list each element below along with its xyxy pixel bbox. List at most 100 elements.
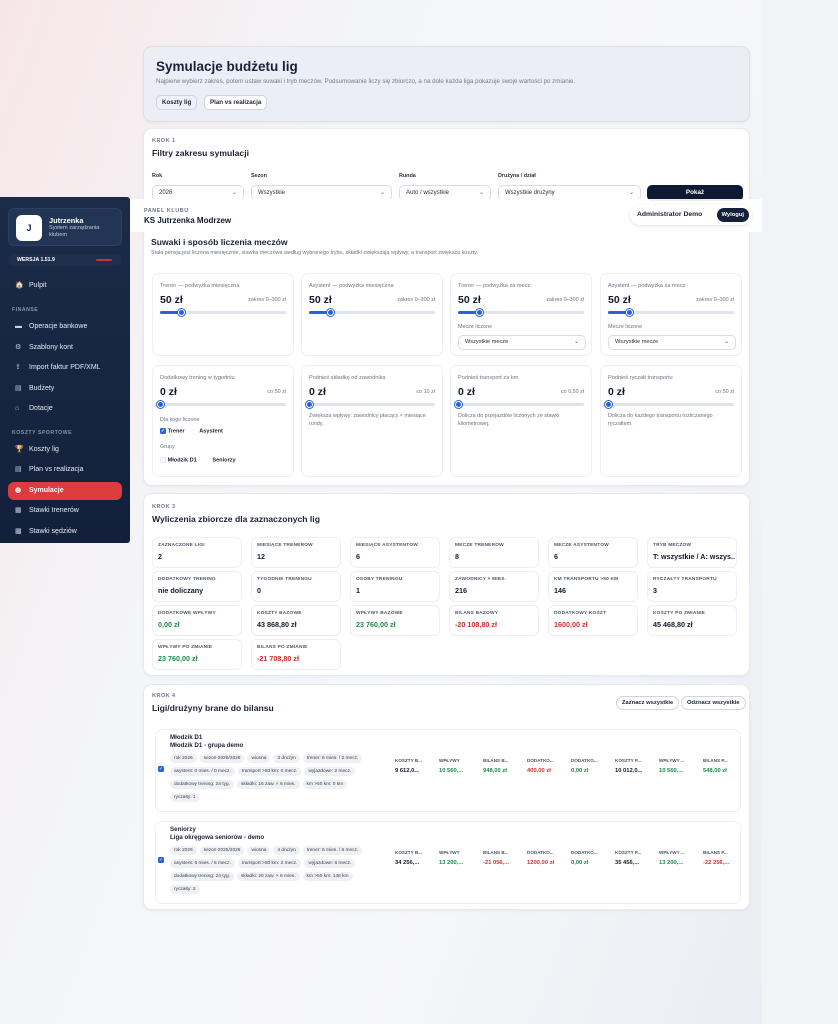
league-checkbox[interactable]: ✓ [158,766,164,772]
league-metric: WPŁYWY 13 200,... [439,850,479,866]
slider-label: Podnieś składkę od zawodnika [309,375,386,381]
step3-title: Wyliczenia zbiorcze dla zaznaczonych lig [152,514,320,524]
metric-label: WPŁYWY BAZOWE [356,611,403,616]
metric-label: KOSZTY BAZOWE [257,611,302,616]
version-badge: WERSJA 1.51.9 [8,254,122,266]
league-metric: WPŁYWY 10 560,... [439,758,479,774]
metric-label: BILANS PO ZMIANIE [257,645,308,650]
league-tag: ryczałty: 2 [170,885,200,894]
tab-plan-vs-realizacja[interactable]: Plan vs realizacja [204,95,268,110]
slider-handle[interactable] [157,401,164,408]
metric-value: 6 [554,552,558,561]
matches-counted-label: Mecze liczone [458,324,493,330]
sidebar-item-stawki-trenerow[interactable]: ▦ Stawki trenerów [8,502,122,520]
metric-value: 1600,00 zł [554,620,588,629]
sidebar-item-label: Symulacje [29,487,64,494]
league-tag: asystent: 0 mies. / 0 mecz. [170,767,235,776]
coach-monthly-slider[interactable] [160,309,286,316]
step4-title: Ligi/drużyny brane do bilansu [152,703,274,713]
league-checkbox[interactable]: ✓ [158,857,164,863]
metric-value: 23 760,00 zł [356,620,396,629]
league-metric-value: 35 456,... [615,860,640,866]
league-metric-label: BILANS B... [483,850,509,855]
metric-card: ZAWODNICY × MIES. 216 [449,571,539,602]
slider-handle[interactable] [626,309,633,316]
select-all-button[interactable]: Zaznacz wszystkie [616,696,680,710]
tab-koszty-lig[interactable]: Koszty lig [156,95,198,110]
transport-km-slider[interactable] [455,401,584,408]
league-tag-row: ryczałty: 2 [170,885,203,894]
assistant-matches-select[interactable]: Wszystkie mecze ⌄ [608,335,736,350]
club-name: KS Jutrzenka Modrzew [144,216,232,225]
league-metric-value: 548,00 zł [703,768,727,774]
sidebar-item-plan-vs-realizacja[interactable]: ▤ Plan vs realizacja [8,461,122,479]
league-tag: trener: 6 mies. / 6 mecz. [302,846,363,855]
trainer-checkbox[interactable]: ✓ [160,428,166,434]
league-tag: dodatkowy trening: 24 tyg. [170,780,234,789]
metric-label: KOSZTY PO ZMIANIE [653,611,706,616]
app-logo: J [16,215,42,241]
league-metric: BILANS P... -22 256,... [703,850,743,866]
chevron-down-icon: ⌄ [478,190,484,196]
metric-label: WPŁYWY PO ZMIANIE [158,645,213,650]
league-tag: wyjazdowe: 2 mecz. [304,767,356,776]
player-fee-slider[interactable] [306,401,435,408]
for-whom-options: ✓ Trener Asystent [160,428,223,434]
slider-handle[interactable] [455,401,462,408]
assistant-match-slider[interactable] [608,309,734,316]
metric-label: ZAZNACZONE LIGI [158,543,205,548]
sidebar-item-szablony-kont[interactable]: ⚙ Szablony kont [8,339,122,357]
metric-card: BILANS PO ZMIANIE -21 708,80 zł [251,639,341,670]
sidebar-item-dotacje[interactable]: ⌂ Dotacje [8,400,122,418]
slider-handle[interactable] [476,309,483,316]
slider-handle[interactable] [306,401,313,408]
budget-icon: ▤ [15,385,22,392]
sidebar-item-import-faktur[interactable]: ⇪ Import faktur PDF/XML [8,359,122,377]
league-tag: dodatkowy trening: 24 tyg. [170,872,234,881]
transport-lump-slider[interactable] [605,401,734,408]
league-tag: asystent: 6 mies. / 6 mecz. [170,859,235,868]
slider-label: Podnieś ryczałt transportu [608,375,673,381]
slider-range: co 0,50 zł [560,389,584,395]
slider-value: 50 zł [458,294,481,306]
slider-handle[interactable] [605,401,612,408]
league-metric-label: WPŁYWY [439,850,460,855]
slider-card-coach-match: Trener — podwyżka za mecz 50 zł zakres 0… [450,273,592,356]
coach-matches-select[interactable]: Wszystkie mecze ⌄ [458,335,586,350]
deselect-all-button[interactable]: Odznacz wszystkie [681,696,746,710]
sidebar-item-operacje-bankowe[interactable]: ▬ Operacje bankowe [8,318,122,336]
sidebar-item-label: Koszty lig [29,446,59,453]
metric-label: DODATKOWY KOSZT [554,611,607,616]
sidebar-item-symulacje[interactable]: ◍ Symulacje [8,482,122,500]
sidebar-item-pulpit[interactable]: 🏠 Pulpit [8,277,122,295]
filter-label-team: Drużyna / dział [498,173,536,179]
trophy-icon: 🏆 [15,446,24,453]
metric-card: ZAZNACZONE LIGI 2 [152,537,242,568]
league-metric-label: DODATKO... [571,758,598,763]
sidebar-item-budzety[interactable]: ▤ Budżety [8,380,122,398]
sidebar-item-stawki-sedziow[interactable]: ▩ Stawki sędziów [8,523,122,541]
slider-card-assistant-match: Asystent — podwyżka za mecz 50 zł zakres… [600,273,742,356]
group-checkbox-mlodzik[interactable] [160,457,166,463]
assistant-monthly-slider[interactable] [309,309,435,316]
slider-handle[interactable] [178,309,185,316]
league-metric-label: DODATKO... [527,850,554,855]
metric-label: TRYB MECZÓW [653,543,692,548]
sidebar-item-label: Stawki sędziów [29,528,77,535]
step1-title: Filtry zakresu symulacji [152,148,249,158]
metric-value: 12 [257,552,265,561]
logout-button[interactable]: Wyloguj [716,208,749,222]
slider-handle[interactable] [327,309,334,316]
groups-label: Grupy [160,444,175,450]
slider-card-assistant-monthly: Asystent — podwyżka miesięczna 50 zł zak… [301,273,443,356]
sidebar-item-koszty-lig[interactable]: 🏆 Koszty lig [8,441,122,459]
matches-counted-label: Mecze liczone [608,324,643,330]
sidebar-item-label: Pulpit [29,282,47,289]
extra-training-slider[interactable] [157,401,286,408]
coach-match-slider[interactable] [458,309,584,316]
metric-label: BILANS BAZOWY [455,611,499,616]
league-metric-value: 1200,00 zł [527,860,555,866]
chevron-down-icon: ⌄ [723,339,729,345]
upload-icon: ⇪ [15,364,21,371]
metric-value: 216 [455,586,467,595]
